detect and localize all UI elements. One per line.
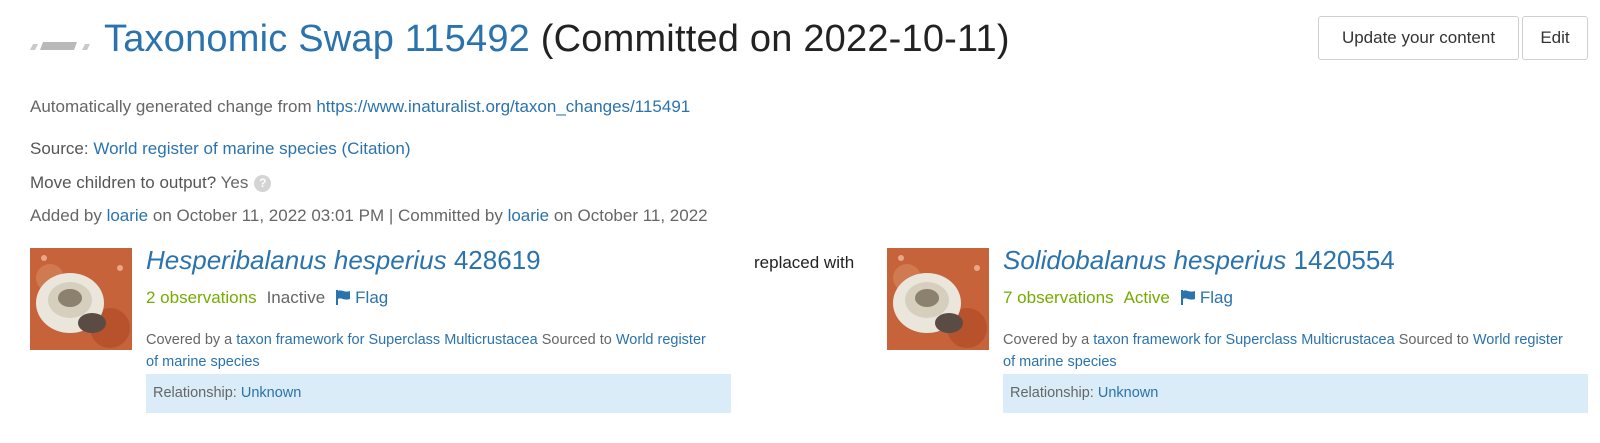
move-children-line: Move children to output? Yes? bbox=[30, 173, 272, 193]
taxon-change-link[interactable]: https://www.inaturalist.org/taxon_change… bbox=[316, 97, 690, 116]
edit-button[interactable]: Edit bbox=[1522, 16, 1588, 60]
input-taxon-link[interactable]: Hesperibalanus hesperius 428619 bbox=[146, 245, 541, 275]
output-relationship-box: Relationship: Unknown bbox=[1003, 374, 1588, 413]
input-taxon-stats: 2 observations Inactive Flag bbox=[146, 288, 388, 308]
source-line: Source: World register of marine species… bbox=[30, 139, 411, 158]
committed-date: (Committed on 2022-10-11) bbox=[540, 18, 1010, 60]
move-children-value: Yes bbox=[216, 173, 249, 192]
output-taxon-photo[interactable] bbox=[887, 248, 989, 350]
input-observations-link[interactable]: 2 observations bbox=[146, 288, 257, 307]
output-flag-link[interactable]: Flag bbox=[1180, 288, 1233, 307]
flag-icon bbox=[336, 290, 351, 305]
input-taxon-photo[interactable] bbox=[30, 248, 132, 350]
swap-icon bbox=[30, 42, 90, 50]
output-taxon-name: Solidobalanus hesperius 1420554 bbox=[1003, 245, 1395, 276]
output-taxon-link[interactable]: Solidobalanus hesperius 1420554 bbox=[1003, 245, 1395, 275]
input-relationship-box: Relationship: Unknown bbox=[146, 374, 731, 413]
output-taxon-status: Active bbox=[1123, 288, 1170, 307]
taxon-swap-link[interactable]: Taxonomic Swap 115492 bbox=[104, 18, 530, 60]
replaced-with-label: replaced with bbox=[754, 253, 855, 272]
page-title: Taxonomic Swap 115492 (Committed on 2022… bbox=[104, 18, 1010, 61]
input-framework-link[interactable]: taxon framework for Superclass Multicrus… bbox=[236, 332, 537, 348]
auto-generated-description: Automatically generated change from http… bbox=[30, 97, 691, 116]
source-label: Source: bbox=[30, 139, 89, 158]
output-relationship-link[interactable]: Unknown bbox=[1098, 385, 1158, 401]
output-taxon-stats: 7 observations Active Flag bbox=[1003, 288, 1233, 308]
input-taxon-framework: Covered by a taxon framework for Supercl… bbox=[146, 332, 706, 370]
question-circle-icon[interactable]: ? bbox=[254, 175, 272, 192]
added-by-user-link[interactable]: loarie bbox=[107, 206, 149, 225]
output-framework-link[interactable]: taxon framework for Superclass Multicrus… bbox=[1093, 332, 1394, 348]
flag-icon bbox=[1180, 290, 1195, 305]
added-committed-line: Added by loarie on October 11, 2022 03:0… bbox=[30, 206, 708, 225]
input-relationship-link[interactable]: Unknown bbox=[241, 385, 301, 401]
committed-by-user-link[interactable]: loarie bbox=[508, 206, 550, 225]
source-link[interactable]: World register of marine species bbox=[93, 139, 336, 158]
input-flag-link[interactable]: Flag bbox=[335, 288, 388, 307]
citation-link[interactable]: Citation bbox=[347, 139, 405, 158]
input-taxon-status: Inactive bbox=[266, 288, 326, 307]
input-taxon-name: Hesperibalanus hesperius 428619 bbox=[146, 245, 541, 276]
move-children-label: Move children to output? bbox=[30, 173, 217, 192]
output-observations-link[interactable]: 7 observations bbox=[1003, 288, 1114, 307]
output-taxon-framework: Covered by a taxon framework for Supercl… bbox=[1003, 332, 1563, 370]
update-content-button[interactable]: Update your content bbox=[1318, 16, 1519, 60]
